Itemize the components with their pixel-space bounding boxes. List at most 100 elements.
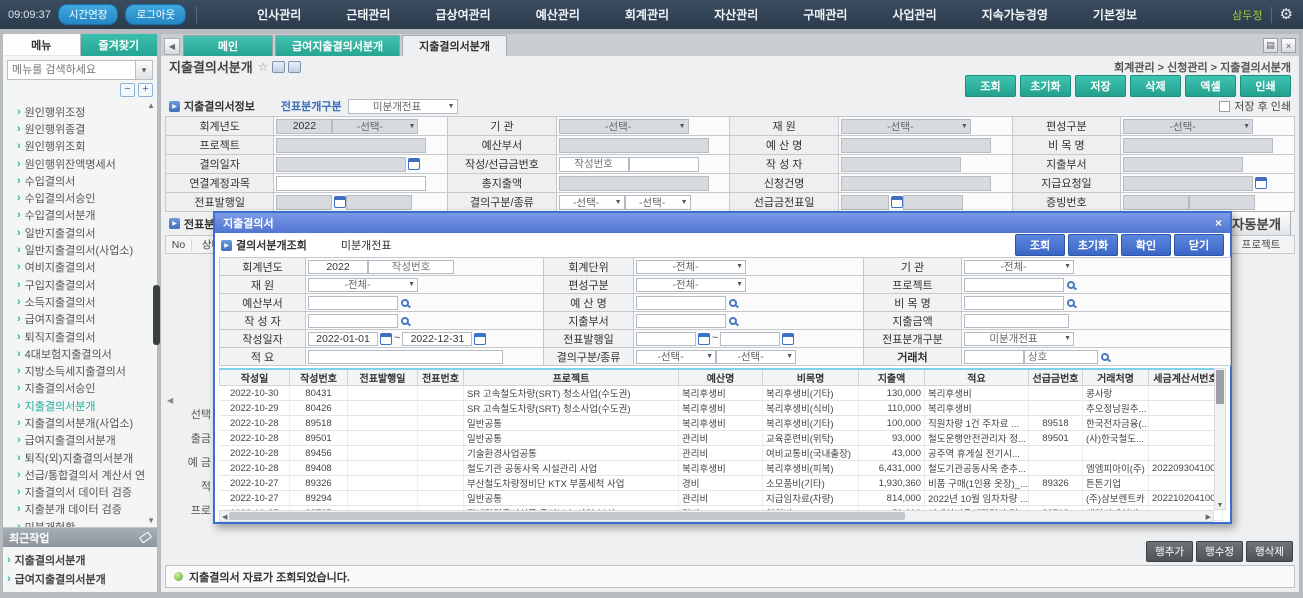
modal-writer-input[interactable]: [308, 314, 398, 328]
vertical-scrollbar[interactable]: [1214, 368, 1226, 510]
table-row[interactable]: 2022-10-28 89408 철도기관 공동사옥 시설관리 사업 복리후생비…: [220, 461, 1223, 476]
modal-budget-name-input[interactable]: [636, 296, 726, 310]
calendar-icon[interactable]: [380, 333, 392, 345]
top-menu-item[interactable]: 사업관리: [892, 6, 936, 23]
search-icon[interactable]: [1067, 299, 1075, 307]
table-row[interactable]: 2022-10-27 89294 일반공통 관리비 지급임차료(차량) 814,…: [220, 491, 1223, 506]
toolbar-button[interactable]: 엑셀: [1185, 75, 1236, 97]
top-menu-item[interactable]: 회계관리: [625, 6, 669, 23]
toolbar-button[interactable]: 초기화: [1020, 75, 1071, 97]
sidebar-item[interactable]: 지출결의서분개(사업소): [17, 414, 157, 431]
tab-favorites[interactable]: 즐겨찾기: [81, 34, 158, 56]
tab-scroll-left-icon[interactable]: [164, 38, 180, 55]
calendar-icon[interactable]: [334, 196, 346, 208]
scrollbar-thumb[interactable]: [229, 512, 904, 520]
modal-fund-dropdown[interactable]: -전체-: [308, 278, 418, 292]
extend-time-button[interactable]: 시간연장: [58, 4, 119, 25]
refresh-icon[interactable]: [288, 61, 301, 73]
sidebar-item[interactable]: 지방소득세지출결의서: [17, 362, 157, 379]
write-date-from-input[interactable]: [308, 332, 378, 346]
scrollbar-thumb[interactable]: [1216, 370, 1224, 404]
sidebar-item[interactable]: 미분개현황: [17, 518, 157, 527]
menu-search-input[interactable]: [7, 60, 136, 80]
modal-item-name-input[interactable]: [964, 296, 1064, 310]
search-icon[interactable]: [1067, 281, 1075, 289]
tab-list-icon[interactable]: ▤: [1263, 38, 1278, 53]
table-row[interactable]: 2022-10-27 89326 부산철도차량정비단 KTX 부품세척 사업 경…: [220, 476, 1223, 491]
gear-icon[interactable]: ⚙: [1280, 7, 1293, 22]
table-row[interactable]: 2022-10-28 89456 기술환경사업공통 관리비 여비교통비(국내출장…: [220, 446, 1223, 461]
modal-spend-dept-input[interactable]: [636, 314, 726, 328]
table-row[interactable]: 2022-10-30 80431 SR 고속철도차량(SRT) 청소사업(수도권…: [220, 386, 1223, 401]
toolbar-button[interactable]: 삭제: [1130, 75, 1181, 97]
modal-budget-dept-input[interactable]: [308, 296, 398, 310]
modal-close-icon[interactable]: ×: [1215, 217, 1222, 229]
document-tab[interactable]: 지출결의서분개: [402, 35, 507, 56]
sidebar-item[interactable]: 원인행위종결: [17, 120, 157, 137]
scroll-right-icon[interactable]: [1204, 510, 1213, 522]
acct-unit-dropdown[interactable]: -전체-: [636, 260, 746, 274]
chevron-down-icon[interactable]: [136, 60, 153, 80]
recent-work-item[interactable]: 급여지출결의서분개: [7, 569, 157, 588]
sidebar-item[interactable]: 급여지출결의서분개: [17, 432, 157, 449]
modal-button[interactable]: 확인: [1121, 234, 1171, 256]
top-menu-item[interactable]: 기본정보: [1093, 6, 1137, 23]
top-menu-item[interactable]: 자산관리: [714, 6, 758, 23]
search-icon[interactable]: [729, 299, 737, 307]
modal-project-input[interactable]: [964, 278, 1064, 292]
modal-title-bar[interactable]: 지출결의서 ×: [215, 213, 1230, 233]
top-menu-item[interactable]: 예산관리: [536, 6, 580, 23]
sidebar-item[interactable]: 여비지출결의서: [17, 259, 157, 276]
result-column-header[interactable]: 전표발행일: [348, 369, 418, 386]
sidebar-item[interactable]: 지출결의서분개: [17, 397, 157, 414]
result-column-header[interactable]: 선급금번호: [1029, 369, 1083, 386]
clear-recent-icon[interactable]: [139, 531, 152, 543]
scroll-down-icon[interactable]: [1215, 502, 1225, 509]
search-icon[interactable]: [401, 299, 409, 307]
calendar-icon[interactable]: [474, 333, 486, 345]
save-print-checkbox[interactable]: 저장 후 인쇄: [1219, 98, 1291, 114]
partner-code-input[interactable]: [964, 350, 1024, 364]
calendar-icon[interactable]: [891, 196, 903, 208]
document-tab[interactable]: 급여지출결의서분개: [275, 35, 400, 56]
scroll-left-icon[interactable]: [220, 510, 229, 522]
favorite-star-icon[interactable]: ☆: [258, 60, 269, 74]
tab-close-icon[interactable]: ×: [1281, 38, 1296, 53]
result-column-header[interactable]: 비목명: [763, 369, 859, 386]
document-tab[interactable]: 메인: [183, 35, 273, 56]
table-row[interactable]: 2022-10-28 89501 일반공통 관리비 교육훈련비(위탁) 93,0…: [220, 431, 1223, 446]
popup-window-icon[interactable]: [272, 61, 285, 73]
row-action-button[interactable]: 행수정: [1196, 541, 1243, 562]
sidebar-item[interactable]: 수입결의서분개: [17, 207, 157, 224]
calendar-icon[interactable]: [782, 333, 794, 345]
top-menu-item[interactable]: 근태관리: [346, 6, 390, 23]
modal-split-type-dropdown[interactable]: 미분개전표: [964, 332, 1074, 346]
top-menu-item[interactable]: 급상여관리: [435, 6, 490, 23]
tab-menu[interactable]: 메뉴: [3, 34, 81, 56]
collapse-all-button[interactable]: −: [120, 83, 135, 97]
sidebar-item[interactable]: 원인행위조정: [17, 103, 157, 120]
write-date-to-input[interactable]: [402, 332, 472, 346]
search-icon[interactable]: [729, 317, 737, 325]
result-column-header[interactable]: 전표번호: [418, 369, 464, 386]
sidebar-item[interactable]: 지출결의서 데이터 검증: [17, 484, 157, 501]
sidebar-item[interactable]: 선급/통합결의서 계산서 연: [17, 466, 157, 483]
toolbar-button[interactable]: 인쇄: [1240, 75, 1291, 97]
scroll-up-icon[interactable]: ▲: [147, 101, 155, 110]
row-action-button[interactable]: 행삭제: [1246, 541, 1293, 562]
toolbar-button[interactable]: 저장: [1075, 75, 1126, 97]
scroll-down-icon[interactable]: ▼: [147, 516, 155, 525]
doc-no-input[interactable]: [559, 157, 629, 172]
decision-type-dropdown[interactable]: -선택-: [625, 195, 691, 210]
checkbox-icon[interactable]: [1219, 101, 1230, 112]
sidebar-item[interactable]: 4대보험지출결의서: [17, 345, 157, 362]
top-menu-item[interactable]: 인사관리: [257, 6, 301, 23]
recent-work-item[interactable]: 지출결의서분개: [7, 550, 157, 569]
slip-date-from-input[interactable]: [636, 332, 696, 346]
sidebar-item[interactable]: 퇴직지출결의서: [17, 328, 157, 345]
result-column-header[interactable]: 프로젝트: [464, 369, 679, 386]
row-action-button[interactable]: 행추가: [1146, 541, 1193, 562]
expand-all-button[interactable]: +: [138, 83, 153, 97]
sidebar-item[interactable]: 급여지출결의서: [17, 311, 157, 328]
advance-no-input[interactable]: [629, 157, 699, 172]
